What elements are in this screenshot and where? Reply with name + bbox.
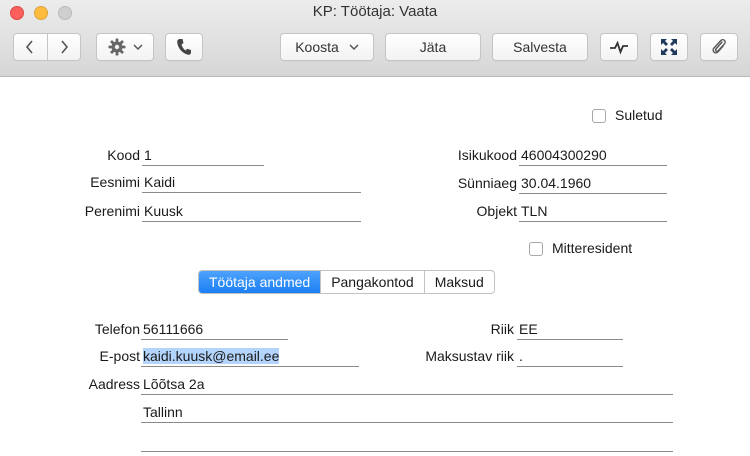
isikukood-field[interactable]: 46004300290 [519, 146, 667, 166]
chevron-down-icon [349, 44, 359, 51]
forward-button[interactable] [46, 34, 81, 60]
isikukood-label: Isikukood [457, 147, 517, 163]
expand-button[interactable] [650, 33, 688, 61]
suletud-checkbox[interactable] [592, 109, 606, 123]
riik-label: Riik [490, 321, 514, 337]
kood-label: Kood [107, 147, 140, 163]
chevron-left-icon [26, 40, 33, 54]
pulse-icon [610, 40, 628, 55]
aadress-line1-field[interactable]: Lõõtsa 2a [141, 375, 673, 395]
maksustav-riik-field[interactable]: . [517, 347, 623, 367]
epost-value: kaidi.kuusk@email.ee [143, 348, 280, 364]
riik-field[interactable]: EE [517, 320, 623, 340]
chevron-down-icon [133, 44, 143, 51]
jata-button[interactable]: Jäta [385, 33, 481, 61]
synniaeg-label: Sünniaeg [457, 175, 517, 191]
paperclip-icon [712, 38, 726, 54]
tab-tootaja-andmed[interactable]: Töötaja andmed [199, 271, 321, 293]
aadress-label: Aadress [88, 376, 140, 392]
aadress-line3-field[interactable] [141, 432, 673, 452]
call-button[interactable] [165, 33, 203, 61]
eesnimi-field[interactable]: Kaidi [142, 173, 361, 193]
actions-menu-button[interactable] [96, 33, 154, 61]
suletud-label: Suletud [615, 107, 663, 123]
mitteresident-checkbox[interactable] [529, 242, 543, 256]
attachment-button[interactable] [700, 33, 738, 61]
salvesta-label: Salvesta [513, 39, 567, 55]
epost-label: E-post [99, 348, 140, 364]
koosta-label: Koosta [295, 39, 339, 55]
telefon-field[interactable]: 56111666 [141, 320, 288, 340]
window-title: KP: Töötaja: Vaata [312, 3, 438, 20]
gear-icon [108, 38, 126, 56]
nav-button-group [13, 33, 81, 61]
maksustav-riik-label: Maksustav riik [425, 348, 514, 364]
tab-pangakontod[interactable]: Pangakontod [320, 271, 424, 293]
activity-button[interactable] [600, 33, 638, 61]
phone-icon [177, 39, 191, 55]
mitteresident-label: Mitteresident [552, 240, 633, 256]
koosta-menu-button[interactable]: Koosta [280, 33, 374, 61]
chevron-right-icon [61, 40, 68, 54]
telefon-label: Telefon [94, 321, 140, 337]
tab-bar: Töötaja andmed Pangakontod Maksud [198, 270, 495, 294]
window-titlebar: KP: Töötaja: Vaata Koosta Jäta Salvesta [0, 0, 750, 77]
eesnimi-label: Eesnimi [90, 174, 140, 190]
perenimi-field[interactable]: Kuusk [142, 202, 361, 222]
aadress-line2-field[interactable]: Tallinn [141, 403, 673, 423]
perenimi-label: Perenimi [84, 203, 140, 219]
expand-icon [661, 39, 677, 55]
jata-label: Jäta [419, 39, 447, 55]
salvesta-button[interactable]: Salvesta [492, 33, 588, 61]
objekt-label: Objekt [476, 203, 517, 219]
epost-field[interactable]: kaidi.kuusk@email.ee [141, 347, 359, 367]
back-button[interactable] [14, 34, 47, 60]
tab-maksud[interactable]: Maksud [423, 271, 494, 293]
objekt-field[interactable]: TLN [519, 202, 667, 222]
kood-field[interactable]: 1 [142, 146, 264, 166]
synniaeg-field[interactable]: 30.04.1960 [519, 174, 667, 194]
